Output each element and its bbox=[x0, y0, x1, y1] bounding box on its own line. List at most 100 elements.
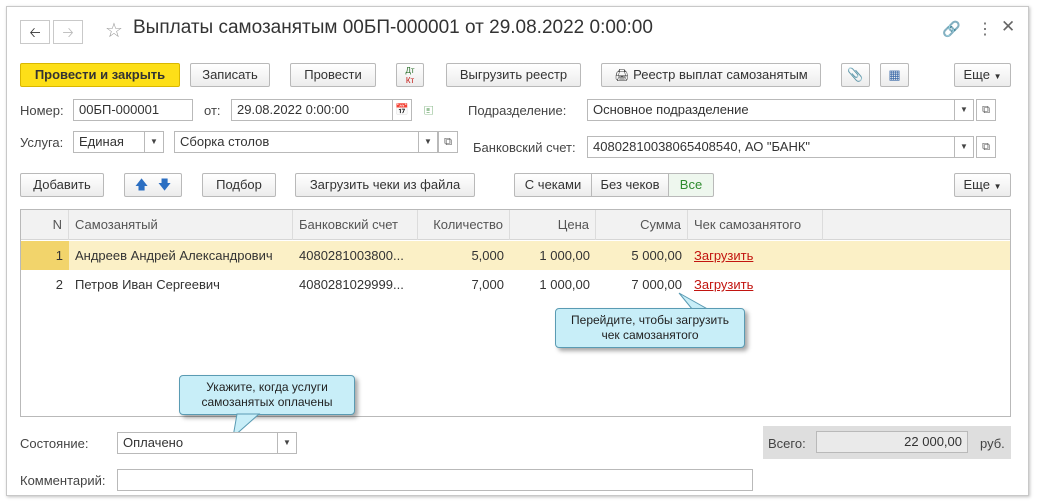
row-price: 1 000,00 bbox=[539, 277, 590, 292]
row-name: Андреев Андрей Александрович bbox=[75, 248, 273, 263]
dt-kt-button[interactable]: Дт Кт bbox=[396, 63, 424, 87]
paperclip-icon: 📎 bbox=[847, 67, 864, 82]
link-icon[interactable]: 🔗 bbox=[942, 20, 961, 38]
caret-down-icon: ▼ bbox=[424, 137, 432, 146]
status-dropdown-button[interactable]: ▼ bbox=[277, 432, 297, 454]
row-number: 1 bbox=[21, 241, 69, 270]
row-name: Петров Иван Сергеевич bbox=[75, 277, 220, 292]
service-open-button[interactable]: ⧉ bbox=[438, 131, 458, 153]
service-dropdown-button[interactable]: ▼ bbox=[418, 131, 438, 153]
dt-label: Дт bbox=[405, 66, 415, 75]
structure-button[interactable]: ▦ bbox=[880, 63, 909, 87]
service-label: Услуга: bbox=[20, 135, 64, 150]
close-icon[interactable]: ✕ bbox=[1001, 17, 1015, 37]
bank-account-label: Банковский счет: bbox=[473, 140, 576, 155]
comment-field[interactable] bbox=[117, 469, 753, 491]
status-field[interactable]: Оплачено bbox=[117, 432, 279, 454]
row-sum: 7 000,00 bbox=[631, 277, 682, 292]
attachments-button[interactable]: 📎 bbox=[841, 63, 870, 87]
row-price: 1 000,00 bbox=[539, 248, 590, 263]
more-button[interactable]: Еще ▼ bbox=[954, 63, 1011, 87]
document-check-icon[interactable]: 🗉 bbox=[424, 102, 434, 124]
comment-label: Комментарий: bbox=[20, 473, 106, 488]
more-vertical-icon[interactable]: ⋮ bbox=[977, 19, 993, 39]
dt-kt-icon: Дт Кт bbox=[397, 66, 423, 86]
payments-register-label: Реестр выплат самозанятым bbox=[633, 67, 808, 82]
move-buttons[interactable]: 🡅 🡇 bbox=[124, 173, 182, 197]
receipt-tooltip: Перейдите, чтобы загрузить чек самозанят… bbox=[555, 308, 745, 348]
date-label: от: bbox=[204, 103, 221, 118]
status-tooltip: Укажите, когда услуги самозанятых оплаче… bbox=[179, 375, 355, 415]
printer-icon: 🖨 bbox=[614, 68, 630, 82]
add-button[interactable]: Добавить bbox=[20, 173, 104, 197]
header-quantity[interactable]: Количество bbox=[418, 210, 510, 240]
service-type-field[interactable]: Единая bbox=[73, 131, 145, 153]
table-more-label: Еще bbox=[963, 177, 990, 192]
save-button[interactable]: Записать bbox=[190, 63, 270, 87]
status-tooltip-line1: Укажите, когда услуги bbox=[206, 380, 328, 394]
caret-down-icon: ▼ bbox=[960, 142, 968, 151]
open-icon: ⧉ bbox=[444, 136, 452, 148]
caret-down-icon: ▼ bbox=[960, 105, 968, 114]
load-receipts-button[interactable]: Загрузить чеки из файла bbox=[295, 173, 475, 197]
filter-with-receipts-button[interactable]: С чеками bbox=[514, 173, 592, 197]
post-button[interactable]: Провести bbox=[290, 63, 376, 87]
open-icon: ⧉ bbox=[982, 141, 990, 153]
more-label: Еще bbox=[963, 67, 990, 82]
post-and-close-button[interactable]: Провести и закрыть bbox=[20, 63, 180, 87]
favorite-star-icon[interactable]: ☆ bbox=[105, 18, 123, 43]
arrow-right-icon: 🡢 bbox=[62, 24, 74, 40]
filter-without-receipts-button[interactable]: Без чеков bbox=[591, 173, 669, 197]
status-tooltip-line2: самозанятых оплачены bbox=[201, 395, 333, 409]
row-account: 4080281003800... bbox=[299, 248, 404, 263]
row-sum: 5 000,00 bbox=[631, 248, 682, 263]
total-field: 22 000,00 bbox=[816, 431, 968, 453]
currency-label: руб. bbox=[980, 436, 1005, 451]
table-row[interactable]: 2 Петров Иван Сергеевич 4080281029999...… bbox=[21, 270, 1010, 299]
row-quantity: 7,000 bbox=[471, 277, 504, 292]
forward-button[interactable]: 🡢 bbox=[53, 20, 83, 44]
division-open-button[interactable]: ⧉ bbox=[976, 99, 996, 121]
header-price[interactable]: Цена bbox=[510, 210, 596, 240]
filter-all-button[interactable]: Все bbox=[668, 173, 714, 197]
header-self-employed[interactable]: Самозанятый bbox=[69, 210, 293, 240]
payments-table: N Самозанятый Банковский счет Количество… bbox=[20, 209, 1011, 417]
window-title: Выплаты самозанятым 00БП-000001 от 29.08… bbox=[133, 17, 653, 38]
date-field[interactable]: 29.08.2022 0:00:00 bbox=[231, 99, 393, 121]
table-more-button[interactable]: Еще ▼ bbox=[954, 173, 1011, 197]
load-receipt-link[interactable]: Загрузить bbox=[694, 248, 753, 263]
row-account: 4080281029999... bbox=[299, 277, 404, 292]
bank-account-dropdown-button[interactable]: ▼ bbox=[954, 136, 974, 158]
row-quantity: 5,000 bbox=[471, 248, 504, 263]
bank-account-field[interactable]: 40802810038065408540, АО "БАНК" bbox=[587, 136, 955, 158]
service-type-dropdown-button[interactable]: ▼ bbox=[144, 131, 164, 153]
division-dropdown-button[interactable]: ▼ bbox=[954, 99, 974, 121]
total-label: Всего: bbox=[768, 436, 806, 451]
calendar-icon: 📅 bbox=[395, 104, 409, 116]
document-window: 🡠 🡢 ☆ Выплаты самозанятым 00БП-000001 от… bbox=[6, 6, 1029, 496]
division-field[interactable]: Основное подразделение bbox=[587, 99, 955, 121]
arrow-down-icon[interactable]: 🡇 bbox=[158, 177, 171, 192]
back-button[interactable]: 🡠 bbox=[20, 20, 50, 44]
kt-label: Кт bbox=[405, 76, 415, 85]
export-register-button[interactable]: Выгрузить реестр bbox=[446, 63, 581, 87]
select-button[interactable]: Подбор bbox=[202, 173, 276, 197]
caret-down-icon: ▼ bbox=[993, 72, 1002, 81]
header-n[interactable]: N bbox=[21, 210, 69, 240]
header-receipt[interactable]: Чек самозанятого bbox=[688, 210, 823, 240]
service-field[interactable]: Сборка столов bbox=[174, 131, 419, 153]
number-field[interactable]: 00БП-000001 bbox=[73, 99, 193, 121]
header-sum[interactable]: Сумма bbox=[596, 210, 688, 240]
caret-down-icon: ▼ bbox=[283, 438, 291, 447]
table-header: N Самозанятый Банковский счет Количество… bbox=[21, 210, 1010, 240]
arrow-up-icon[interactable]: 🡅 bbox=[135, 177, 148, 192]
receipt-tooltip-line2: чек самозанятого bbox=[601, 328, 699, 342]
load-receipt-link[interactable]: Загрузить bbox=[694, 277, 753, 292]
calendar-button[interactable]: 📅 bbox=[392, 99, 412, 121]
header-bank-account[interactable]: Банковский счет bbox=[293, 210, 418, 240]
bank-account-open-button[interactable]: ⧉ bbox=[976, 136, 996, 158]
payments-register-button[interactable]: 🖨 Реестр выплат самозанятым bbox=[601, 63, 821, 87]
number-label: Номер: bbox=[20, 103, 64, 118]
table-row[interactable]: 1 Андреев Андрей Александрович 408028100… bbox=[21, 241, 1010, 270]
caret-down-icon: ▼ bbox=[993, 182, 1002, 191]
